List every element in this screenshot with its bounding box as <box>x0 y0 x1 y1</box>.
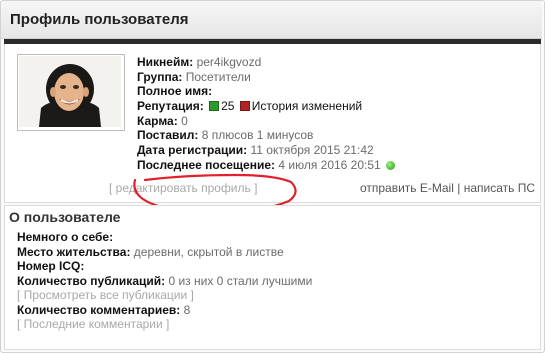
about-title: О пользователе <box>9 209 121 225</box>
last-visit-row: Последнее посещение: 4 июля 2016 20:51 <box>137 157 396 173</box>
group-value: Посетители <box>185 69 251 84</box>
profile-info-box: Никнейм: per4ikgvozd Группа: Посетители … <box>4 44 541 203</box>
about-self-label: Немного о себе: <box>17 230 114 244</box>
about-section: О пользователе Немного о себе: Место жит… <box>4 205 541 350</box>
rep-up-icon[interactable] <box>209 101 220 112</box>
publications-label: Количество публикаций: <box>17 273 166 288</box>
fullname-row: Полное имя: <box>137 84 395 99</box>
group-row: Группа: Посетители <box>137 70 395 85</box>
last-comments-row: [ Последние комментарии ] <box>17 317 312 332</box>
icq-row: Номер ICQ: <box>17 259 312 274</box>
last-visit-value: 4 июля 2016 20:51 <box>278 157 381 172</box>
group-label: Группа: <box>137 69 183 84</box>
about-self-row: Немного о себе: <box>17 230 312 245</box>
last-comments-link[interactable]: [ Последние комментарии ] <box>17 317 169 331</box>
karma-label: Карма: <box>137 113 178 128</box>
icq-label: Номер ICQ: <box>17 259 85 273</box>
fullname-label: Полное имя: <box>137 84 213 99</box>
write-pm-link[interactable]: написать ПС <box>464 181 535 195</box>
about-details: Немного о себе: Место жительства: деревн… <box>17 230 312 332</box>
last-visit-label: Последнее посещение: <box>137 157 276 172</box>
karma-row: Карма: 0 <box>137 114 395 129</box>
avatar-photo <box>19 56 121 127</box>
link-separator: | <box>457 181 461 195</box>
comments-value: 8 <box>183 302 191 317</box>
reputation-history-link[interactable]: История изменений <box>252 99 362 113</box>
avatar <box>17 54 125 131</box>
publications-row: Количество публикаций: 0 из них 0 стали … <box>17 274 312 289</box>
online-status-icon <box>386 160 396 170</box>
publications-value: 0 из них 0 стали лучшими <box>168 273 313 288</box>
registered-value: 11 октября 2015 21:42 <box>250 143 374 158</box>
title-bar: Профиль пользователя <box>1 1 542 39</box>
reputation-row: Репутация: 25 История изменений <box>137 99 395 114</box>
profile-details: Никнейм: per4ikgvozd Группа: Посетители … <box>137 55 396 173</box>
page-title: Профиль пользователя <box>10 11 189 28</box>
rep-down-icon[interactable] <box>239 101 250 112</box>
view-publications-row: [ Просмотреть все публикации ] <box>17 288 312 303</box>
reputation-label: Репутация: <box>137 99 204 114</box>
edit-profile-link[interactable]: [ редактировать профиль ] <box>109 181 257 195</box>
comments-row: Количество комментариев: 8 <box>17 303 312 318</box>
nickname-label: Никнейм: <box>137 55 194 69</box>
view-publications-link[interactable]: [ Просмотреть все публикации ] <box>17 288 194 302</box>
registered-row: Дата регистрации: 11 октября 2015 21:42 <box>137 143 395 158</box>
nickname-row: Никнейм: per4ikgvozd <box>137 55 395 70</box>
location-value: деревни, скрытой в листве <box>133 244 284 259</box>
nickname-value: per4ikgvozd <box>196 55 262 69</box>
karma-value: 0 <box>181 113 188 128</box>
registered-label: Дата регистрации: <box>137 143 248 158</box>
send-email-link[interactable]: отправить E-Mail <box>360 181 454 195</box>
reputation-value: 25 <box>221 99 235 114</box>
location-row: Место жительства: деревни, скрытой в лис… <box>17 245 312 260</box>
rated-value: 8 плюсов 1 минусов <box>201 128 314 143</box>
rated-row: Поставил: 8 плюсов 1 минусов <box>137 128 395 143</box>
rated-label: Поставил: <box>137 128 199 143</box>
contact-links: отправить E-Mail | написать ПС <box>360 181 535 195</box>
location-label: Место жительства: <box>17 244 131 259</box>
comments-label: Количество комментариев: <box>17 302 181 317</box>
